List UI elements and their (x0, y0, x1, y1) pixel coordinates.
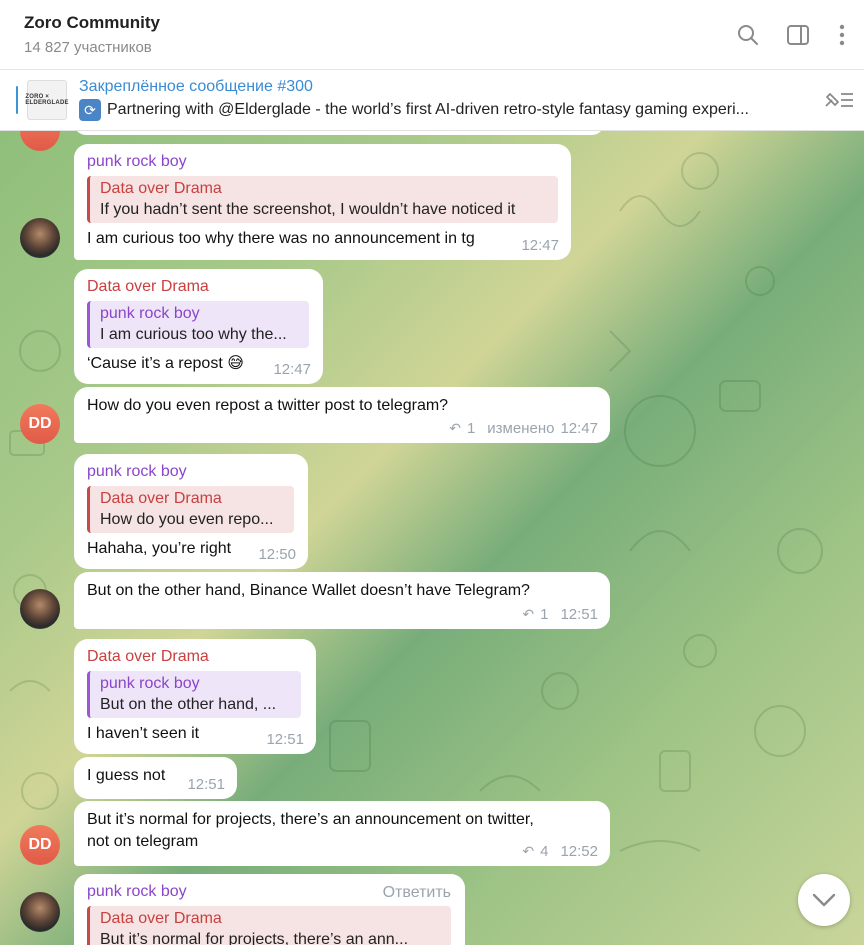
quote-sender: punk rock boy (100, 675, 200, 692)
message-text: But on the other hand, Binance Wallet do… (87, 582, 530, 599)
avatar-punk-rock-boy[interactable] (20, 589, 60, 629)
message-sender[interactable]: punk rock boy (87, 152, 558, 172)
chat-header: Zoro Community 14 827 участников (0, 0, 864, 70)
message-time: 12:51 (187, 776, 225, 793)
message-sender[interactable]: punk rock boy (87, 462, 295, 482)
message-bubble[interactable]: But it’s normal for projects, there’s an… (74, 801, 610, 866)
avatar-dd[interactable]: DD (20, 825, 60, 865)
message-text: How do you even repost a twitter post to… (87, 397, 449, 414)
reply-button[interactable]: Ответить (383, 884, 451, 902)
quote-text: But it’s normal for projects, there’s an… (100, 931, 409, 945)
reply-arrow-icon: ↶ (522, 606, 535, 622)
message-bubble[interactable]: How do you even repost a twitter post to… (74, 387, 610, 443)
message-time: 12:47 (560, 420, 598, 437)
chat-title[interactable]: Zoro Community (24, 13, 160, 33)
quote-text: If you hadn’t sent the screenshot, I wou… (100, 201, 516, 218)
message-sender[interactable]: Data over Drama (87, 277, 310, 297)
pinned-text[interactable]: ⟳ Partnering with @Elderglade - the worl… (79, 99, 794, 121)
avatar-dd[interactable]: DD (20, 404, 60, 444)
reply-count[interactable]: 4 (540, 843, 548, 860)
message-bubble[interactable]: Data over Drama punk rock boy I am curio… (74, 269, 323, 384)
reply-quote[interactable]: Data over Drama How do you even repo... (87, 486, 294, 533)
pinned-title[interactable]: Закреплённое сообщение #300 (79, 78, 313, 96)
pinned-message-bar[interactable]: ZORO × ELDERGLADE Закреплённое сообщение… (0, 70, 864, 131)
message-time: 12:47 (273, 361, 311, 378)
sidebar-toggle-icon[interactable] (785, 22, 811, 48)
reply-count[interactable]: 1 (467, 420, 475, 437)
message-bubble[interactable]: I guess not 12:51 (74, 757, 237, 799)
reply-quote[interactable]: Data over Drama If you hadn’t sent the s… (87, 176, 558, 223)
edited-label: изменено (487, 420, 555, 437)
reply-arrow-icon: ↶ (522, 843, 535, 859)
refresh-emoji-icon: ⟳ (79, 99, 101, 121)
message-bubble-partial[interactable] (74, 131, 604, 135)
quote-text: But on the other hand, ... (100, 696, 277, 713)
message-bubble[interactable]: punk rock boy Ответить Data over Drama B… (74, 874, 465, 945)
more-icon[interactable] (829, 22, 855, 48)
avatar-punk-rock-boy[interactable] (20, 892, 60, 932)
message-list[interactable]: punk rock boy Data over Drama If you had… (0, 131, 864, 945)
reply-count[interactable]: 1 (540, 606, 548, 623)
message-time: 12:52 (560, 843, 598, 860)
pinned-text-content: Partnering with @Elderglade - the world’… (107, 101, 749, 118)
quote-sender: Data over Drama (100, 910, 222, 927)
message-bubble[interactable]: Data over Drama punk rock boy But on the… (74, 639, 316, 754)
message-text-line-1: But it’s normal for projects, there’s an… (87, 811, 534, 828)
scroll-to-bottom-button[interactable] (798, 874, 850, 926)
chevron-down-icon (812, 893, 836, 907)
message-text: I am curious too why there was no announ… (87, 230, 475, 247)
message-time: 12:51 (560, 606, 598, 623)
quote-sender: Data over Drama (100, 490, 222, 507)
pinned-thumbnail: ZORO × ELDERGLADE (25, 80, 68, 120)
pinned-list-icon[interactable] (822, 88, 856, 112)
message-time: 12:47 (521, 237, 559, 254)
message-time: 12:50 (258, 546, 296, 563)
message-bubble[interactable]: punk rock boy Data over Drama If you had… (74, 144, 571, 260)
pinned-indicator (16, 86, 18, 114)
message-bubble[interactable]: punk rock boy Data over Drama How do you… (74, 454, 308, 569)
search-icon[interactable] (735, 22, 761, 48)
avatar-punk-rock-boy[interactable] (20, 218, 60, 258)
message-time: 12:51 (266, 731, 304, 748)
quote-text: How do you even repo... (100, 511, 274, 528)
member-count: 14 827 участников (24, 39, 152, 56)
reply-quote[interactable]: punk rock boy But on the other hand, ... (87, 671, 301, 718)
message-sender[interactable]: Data over Drama (87, 647, 303, 667)
reply-arrow-icon: ↶ (449, 420, 461, 436)
reply-quote[interactable]: punk rock boy I am curious too why the..… (87, 301, 309, 348)
message-text-line-2: not on telegram (87, 833, 199, 850)
message-bubble[interactable]: But on the other hand, Binance Wallet do… (74, 572, 610, 629)
quote-sender: punk rock boy (100, 305, 200, 322)
reply-quote[interactable]: Data over Drama But it’s normal for proj… (87, 906, 451, 945)
quote-sender: Data over Drama (100, 180, 222, 197)
quote-text: I am curious too why the... (100, 326, 287, 343)
